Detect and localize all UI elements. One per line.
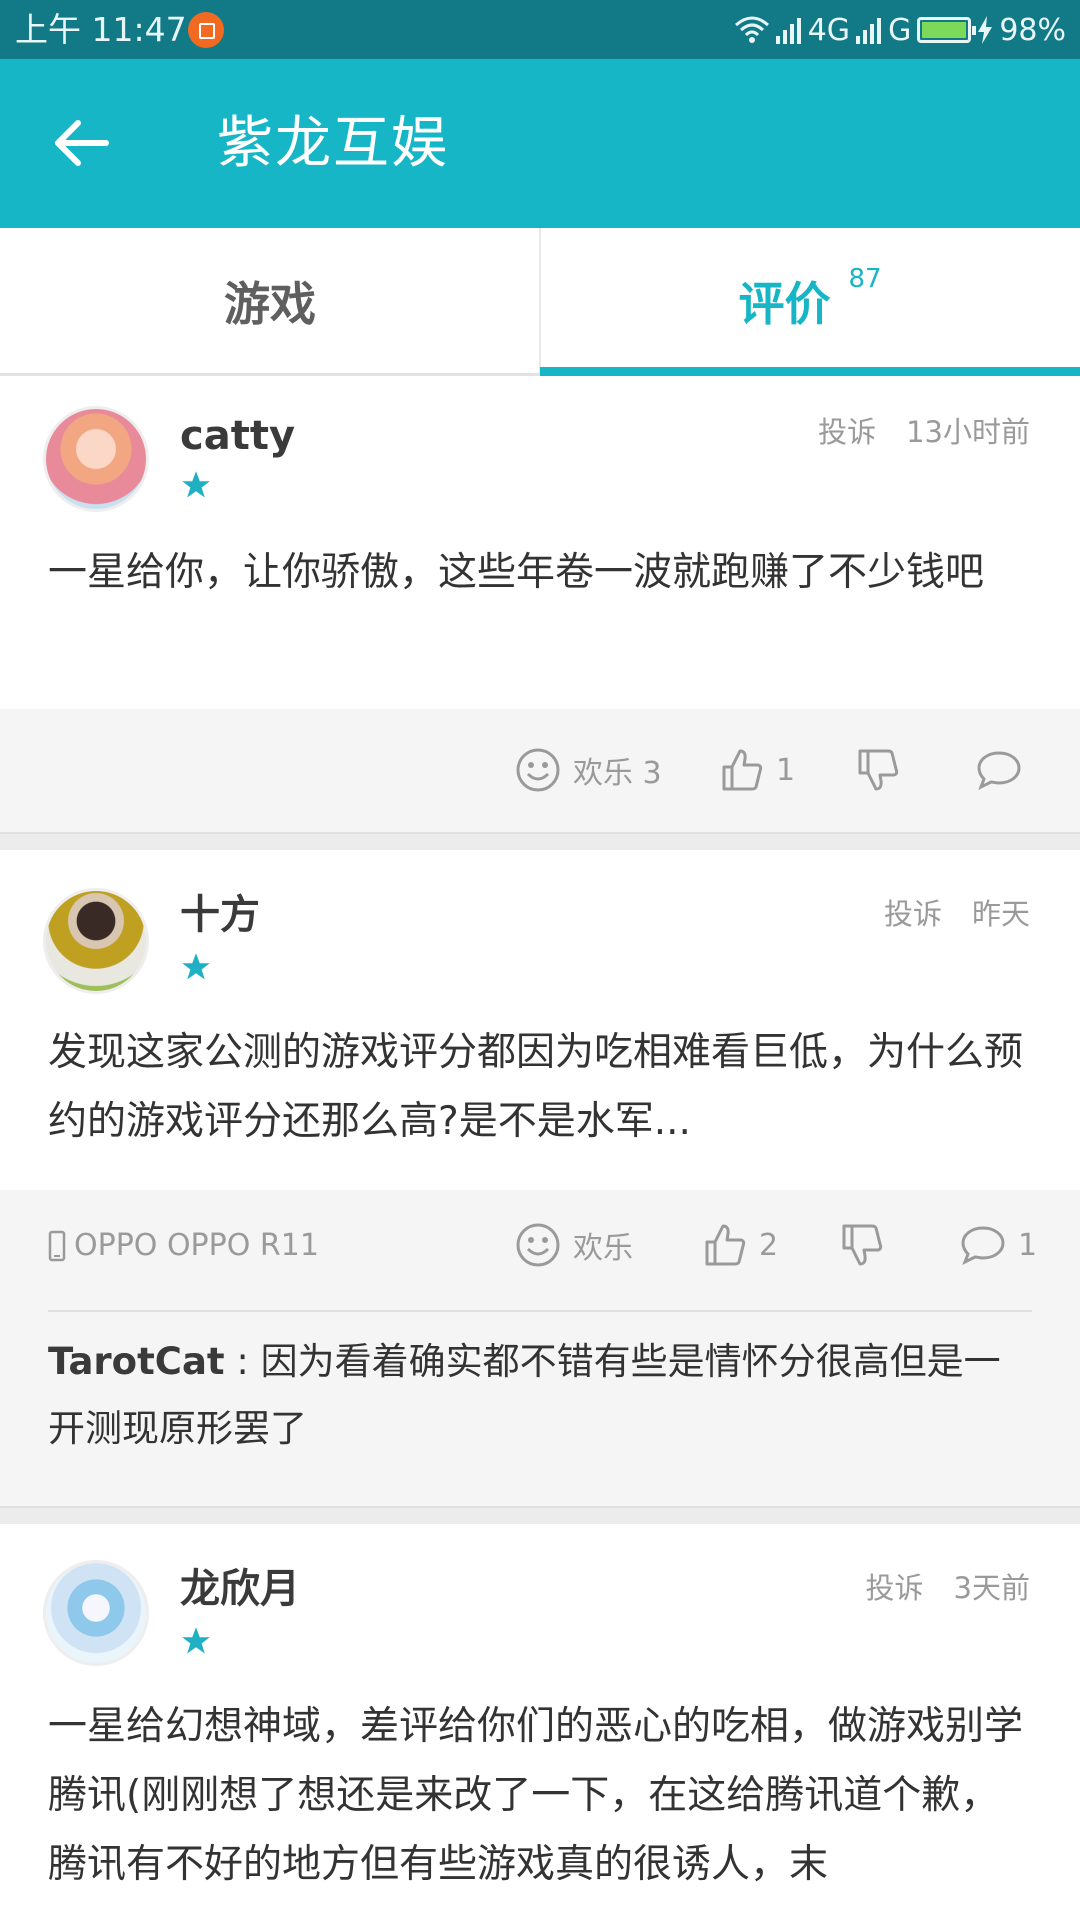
smile-icon xyxy=(516,1223,560,1267)
dislike-button[interactable] xyxy=(840,1222,884,1268)
network-type: 4G xyxy=(807,12,851,48)
report-button[interactable]: 投诉 xyxy=(884,894,942,934)
like-button[interactable]: 2 xyxy=(703,1222,778,1268)
status-time: 上午 11:47 xyxy=(15,10,187,49)
review-meta: 投诉 昨天 xyxy=(884,894,1030,934)
device-name: OPPO OPPO R11 xyxy=(74,1228,319,1263)
device-label: OPPO OPPO R11 xyxy=(48,1228,319,1263)
reply-user[interactable]: TarotCat xyxy=(48,1340,225,1383)
fun-reaction[interactable]: 欢乐 xyxy=(515,1222,633,1268)
active-tab-indicator xyxy=(540,367,1080,376)
phone-icon xyxy=(48,1230,66,1261)
reply-item[interactable]: TarotCat : 因为看着确实都不错有些是情怀分很高但是一开测现原形罢了 xyxy=(48,1328,1032,1462)
reply-divider xyxy=(48,1310,1032,1312)
username[interactable]: 龙欣月 xyxy=(180,1564,300,1614)
username[interactable]: 十方 xyxy=(180,890,260,940)
tab-label: 游戏 xyxy=(224,276,316,331)
review-meta: 投诉 3天前 xyxy=(866,1568,1030,1608)
review-content[interactable]: 发现这家公测的游戏评分都因为吃相难看巨低，为什么预约的游戏评分还那么高?是不是水… xyxy=(48,1018,1032,1156)
comment-icon xyxy=(961,1226,1005,1266)
review-time: 3天前 xyxy=(953,1571,1030,1605)
signal-icon xyxy=(775,18,801,44)
thumbs-up-icon xyxy=(705,1224,746,1266)
tab-reviews[interactable]: 评价 87 xyxy=(540,228,1080,373)
review-meta: 投诉 13小时前 xyxy=(818,412,1030,452)
wifi-icon xyxy=(734,16,769,43)
back-button[interactable] xyxy=(48,111,118,175)
star-icon xyxy=(182,1627,210,1654)
review-time: 13小时前 xyxy=(906,415,1030,449)
avatar[interactable] xyxy=(43,406,149,512)
status-bar: 上午 11:47 4G G 98% xyxy=(0,0,1080,59)
comment-count: 1 xyxy=(1018,1227,1038,1263)
battery-percent: 98% xyxy=(999,12,1066,48)
app-bar: 紫龙互娱 xyxy=(0,59,1080,228)
like-count: 2 xyxy=(759,1227,779,1263)
tab-bar: 游戏 评价 87 xyxy=(0,228,1080,376)
arrow-left-icon xyxy=(55,120,109,166)
status-indicators: 4G G 98% xyxy=(734,10,1066,50)
notification-icon xyxy=(188,12,224,48)
thumbs-down-icon xyxy=(842,1224,883,1266)
like-count: 1 xyxy=(776,752,796,788)
fun-label: 欢乐 3 xyxy=(573,756,662,791)
tab-count-badge: 87 xyxy=(848,263,882,294)
card-separator xyxy=(0,832,1080,850)
thumbs-up-icon xyxy=(722,749,763,791)
battery-icon xyxy=(917,17,977,43)
tab-games[interactable]: 游戏 xyxy=(0,228,540,373)
card-separator xyxy=(0,1506,1080,1524)
comment-icon xyxy=(977,751,1021,791)
review-action-bar: 欢乐 3 1 xyxy=(0,709,1080,832)
signal-icon-2 xyxy=(856,18,882,44)
thumbs-down-icon xyxy=(858,749,899,791)
tab-label: 评价 xyxy=(738,276,831,331)
avatar[interactable] xyxy=(43,1560,149,1666)
review-time: 昨天 xyxy=(971,897,1030,931)
network-type-2: G xyxy=(888,12,912,48)
fun-label: 欢乐 xyxy=(573,1231,633,1266)
review-content[interactable]: 一星给幻想神域，差评给你们的恶心的吃相，做游戏别学腾讯(刚刚想了想还是来改了一下… xyxy=(48,1692,1032,1902)
report-button[interactable]: 投诉 xyxy=(866,1568,924,1608)
review-card: 十方 投诉 昨天 发现这家公测的游戏评分都因为吃相难看巨低，为什么预约的游戏评分… xyxy=(0,850,1080,1506)
reply-separator: : xyxy=(224,1340,261,1383)
username[interactable]: catty xyxy=(180,411,295,461)
comment-button[interactable]: 1 xyxy=(960,1224,1037,1266)
review-card: catty 投诉 13小时前 一星给你，让你骄傲，这些年卷一波就跑赚了不少钱吧 … xyxy=(0,376,1080,832)
review-action-bar: OPPO OPPO R11 欢乐 2 1 TarotCat: 因为看着确实都不… xyxy=(0,1190,1080,1506)
star-icon xyxy=(182,471,210,498)
star-icon xyxy=(182,953,210,980)
like-button[interactable]: 1 xyxy=(720,747,795,793)
fun-reaction[interactable]: 欢乐 3 xyxy=(515,747,662,793)
dislike-button[interactable] xyxy=(856,747,900,793)
avatar[interactable] xyxy=(43,888,149,994)
smile-icon xyxy=(516,748,560,792)
review-card: 龙欣月 投诉 3天前 一星给幻想神域，差评给你们的恶心的吃相，做游戏别学腾讯(刚… xyxy=(0,1524,1080,1920)
page-title: 紫龙互娱 xyxy=(217,111,449,176)
charging-icon xyxy=(978,16,993,44)
review-content[interactable]: 一星给你，让你骄傲，这些年卷一波就跑赚了不少钱吧 xyxy=(48,538,1032,607)
comment-button[interactable] xyxy=(976,749,1022,791)
report-button[interactable]: 投诉 xyxy=(818,412,876,452)
